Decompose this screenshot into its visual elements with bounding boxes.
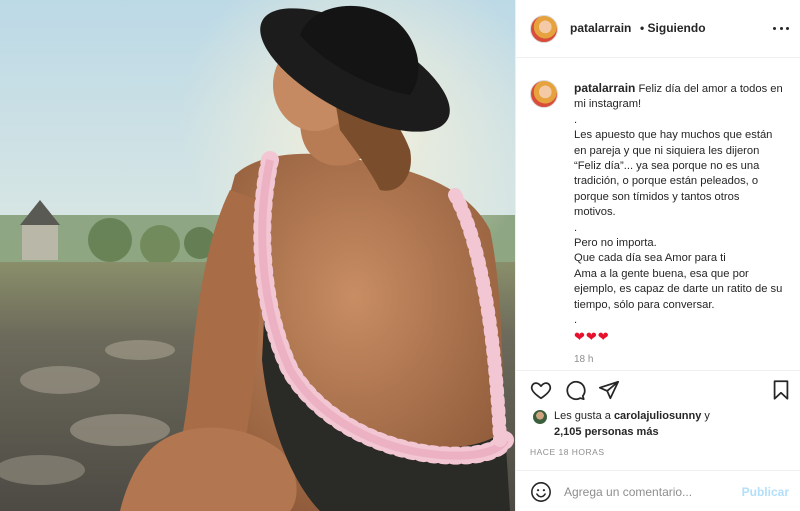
caption-author-avatar[interactable] [530,80,558,108]
post-image-illustration [0,0,515,511]
caption-paragraph: Pero no importa. [574,237,657,250]
post-photo[interactable] [0,0,515,511]
author-avatar[interactable] [530,15,558,43]
likes-count[interactable]: 2,105 personas más [554,426,659,438]
post-timestamp[interactable]: HACE 18 HORAS [530,447,605,457]
caption-paragraph: . [574,221,578,234]
paper-plane-icon[interactable] [598,379,620,401]
likes-connector: y [704,410,710,422]
publish-button[interactable]: Publicar [742,485,789,499]
author-username[interactable]: patalarrain [570,21,631,35]
caption-paragraph: . [574,113,578,126]
caption-paragraph: Que cada día sea Amor para ti [574,252,726,265]
more-options-icon[interactable] [773,20,789,36]
caption-username[interactable]: patalarrain [574,81,635,95]
liker-avatar[interactable] [532,409,548,425]
follow-status[interactable]: • Siguiendo [640,21,706,35]
caption-text: patalarrain Feliz día del amor a todos e… [574,81,784,344]
post-header: patalarrain • Siguiendo [516,0,800,58]
caption-time[interactable]: 18 h [574,354,593,365]
hearts-emoji: ❤❤❤ [574,328,610,344]
comment-input[interactable] [564,482,734,502]
likes-prefix: Les gusta a [554,410,611,422]
heart-outline-icon[interactable] [530,379,552,401]
comment-bubble-icon[interactable] [564,379,586,401]
caption-paragraph: Les apuesto que hay muchos que están en … [574,129,773,219]
caption-paragraph: Ama a la gente buena, esa que por ejempl… [574,267,783,311]
emoji-smile-icon[interactable] [530,481,552,503]
comment-bar: Publicar [516,470,800,511]
bookmark-icon[interactable] [770,379,792,401]
caption-section: patalarrain Feliz día del amor a todos e… [516,59,800,371]
liker-username[interactable]: carolajuliosunny [614,410,701,422]
likes-line-1: Les gusta a carolajuliosunny y [554,410,710,422]
likes-summary: Les gusta a carolajuliosunny y 2,105 per… [530,407,790,441]
action-bar [516,372,800,408]
post-side-panel: patalarrain • Siguiendo patalarrain Feli… [515,0,800,511]
caption-paragraph: . [574,314,578,327]
